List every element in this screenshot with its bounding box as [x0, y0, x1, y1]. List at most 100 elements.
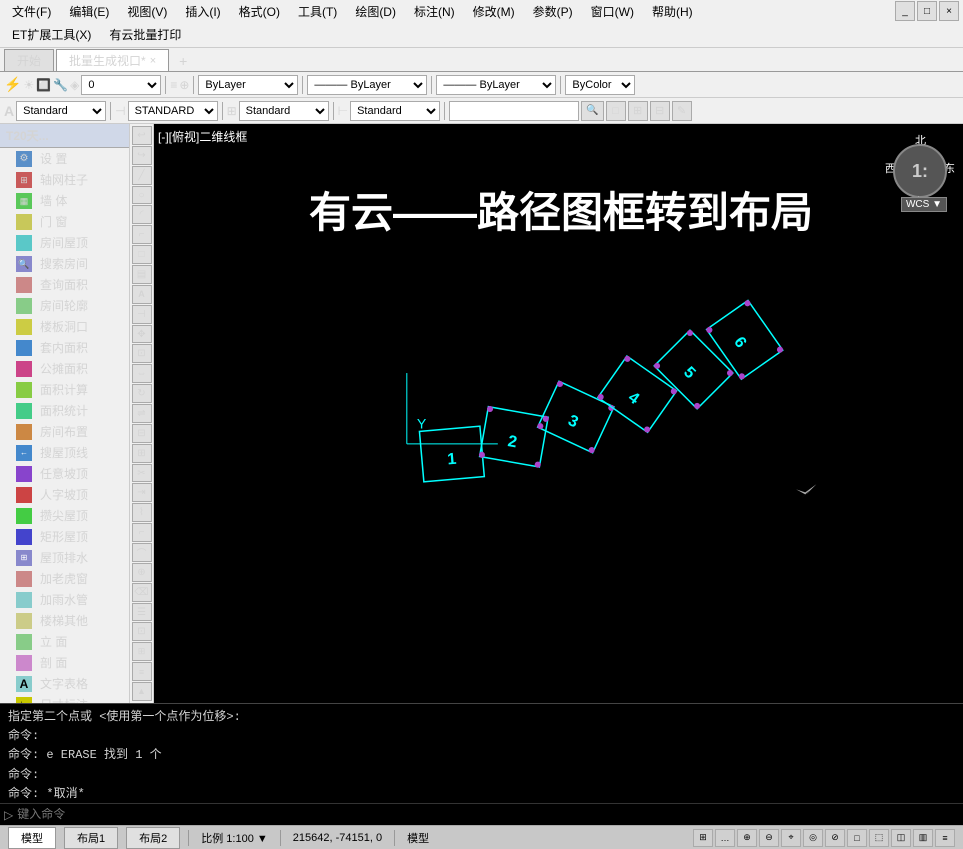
- status-icon-lweight[interactable]: ⊘: [825, 829, 845, 847]
- left-item-dimension[interactable]: ⊢ 尺寸标注: [0, 694, 129, 703]
- menu-edit[interactable]: 编辑(E): [61, 1, 117, 22]
- et-tools-btn[interactable]: ET扩展工具(X): [4, 24, 99, 45]
- left-item-areastats[interactable]: 面积统计: [0, 400, 129, 421]
- dim-style-selector[interactable]: STANDARD: [128, 101, 218, 121]
- mirror-icon-btn[interactable]: ⇌: [132, 404, 152, 423]
- left-item-anyroof[interactable]: 任意坡顶: [0, 463, 129, 484]
- break-icon-btn[interactable]: ⌇: [132, 503, 152, 522]
- line-icon-btn[interactable]: ╱: [132, 166, 152, 185]
- left-item-roofdrain[interactable]: ⊞ 屋顶排水: [0, 547, 129, 568]
- status-icon-grid[interactable]: ⊞: [693, 829, 713, 847]
- left-item-rectroof[interactable]: 矩形屋顶: [0, 526, 129, 547]
- toolbar3-btn2[interactable]: ⊞: [628, 101, 648, 121]
- search-btn[interactable]: 🔍: [581, 101, 603, 121]
- left-item-roomplace[interactable]: 房间布置: [0, 421, 129, 442]
- menu-insert[interactable]: 插入(I): [177, 1, 228, 22]
- left-item-downspout[interactable]: 加雨水管: [0, 589, 129, 610]
- fillet-icon-btn[interactable]: ⌒: [132, 543, 152, 562]
- offset-icon-btn[interactable]: ⊟: [132, 424, 152, 443]
- undo-icon-btn[interactable]: ↩: [132, 126, 152, 145]
- left-item-grid[interactable]: ⊞ 轴网柱子: [0, 169, 129, 190]
- left-item-slabhole[interactable]: 楼板洞口: [0, 316, 129, 337]
- menu-help[interactable]: 帮助(H): [644, 1, 701, 22]
- window-close[interactable]: ×: [939, 1, 959, 21]
- viewport-icon-btn[interactable]: ⊡: [132, 622, 152, 641]
- status-icon-tmode[interactable]: □: [847, 829, 867, 847]
- toolbar3-btn4[interactable]: ✎: [672, 101, 692, 121]
- explode-icon-btn[interactable]: ⊕: [132, 563, 152, 582]
- extra-icon-btn1[interactable]: ⊞: [132, 642, 152, 661]
- left-item-areacalc[interactable]: 面积计算: [0, 379, 129, 400]
- menu-modify[interactable]: 修改(M): [465, 1, 523, 22]
- left-item-gableroof[interactable]: 人字坡顶: [0, 484, 129, 505]
- layer-icon-btn[interactable]: ☰: [132, 603, 152, 622]
- color-selector[interactable]: ByLayer: [198, 75, 298, 95]
- copy-icon-btn[interactable]: ⊡: [132, 344, 152, 363]
- erase-icon-btn[interactable]: ⌫: [132, 583, 152, 602]
- lineweight-selector[interactable]: ——— ByLayer: [436, 75, 556, 95]
- mleader-style-selector[interactable]: Standard: [350, 101, 440, 121]
- status-icon-ortho[interactable]: ⊕: [737, 829, 757, 847]
- tab-batch-viewport[interactable]: 批量生成视口* ×: [56, 49, 169, 71]
- window-restore[interactable]: □: [917, 1, 937, 21]
- extend-icon-btn[interactable]: ⇥: [132, 483, 152, 502]
- arc-icon-btn[interactable]: ◜: [132, 205, 152, 224]
- stretch-icon-btn[interactable]: ⇔: [132, 364, 152, 383]
- status-icon-snap[interactable]: …: [715, 829, 735, 847]
- left-item-section[interactable]: 剖 面: [0, 652, 129, 673]
- window-minimize[interactable]: _: [895, 1, 915, 21]
- left-item-stair[interactable]: 楼梯其他: [0, 610, 129, 631]
- chamfer-icon-btn[interactable]: ⌐: [132, 523, 152, 542]
- trim-icon-btn[interactable]: ✂: [132, 464, 152, 483]
- tab-close-btn[interactable]: ×: [150, 55, 156, 67]
- text-icon-btn[interactable]: A: [132, 285, 152, 304]
- left-item-roomcontour[interactable]: 房间轮廓: [0, 295, 129, 316]
- command-input[interactable]: [17, 808, 959, 822]
- tab-layout2[interactable]: 布局2: [126, 827, 180, 849]
- left-item-elevation[interactable]: 立 面: [0, 631, 129, 652]
- menu-view[interactable]: 视图(V): [119, 1, 175, 22]
- canvas-area[interactable]: [-][俯视]二维线框 有云——路径图框转到布局 Y 1 2: [154, 124, 963, 703]
- left-item-sharedarea[interactable]: 公摊面积: [0, 358, 129, 379]
- layer-selector[interactable]: 0: [81, 75, 161, 95]
- redo-icon-btn[interactable]: ↪: [132, 146, 152, 165]
- left-item-room[interactable]: 房间屋顶: [0, 232, 129, 253]
- status-icon-osnap[interactable]: ⌖: [781, 829, 801, 847]
- menu-file[interactable]: 文件(F): [4, 1, 59, 22]
- status-icon-qprop[interactable]: ⬚: [869, 829, 889, 847]
- tab-layout1[interactable]: 布局1: [64, 827, 118, 849]
- search-input[interactable]: [449, 101, 579, 121]
- move-icon-btn[interactable]: ✥: [132, 325, 152, 344]
- left-item-pyramidroof[interactable]: 攒尖屋顶: [0, 505, 129, 526]
- batch-print-btn[interactable]: 有云批量打印: [101, 24, 189, 45]
- status-icon-wsw[interactable]: ≡: [935, 829, 955, 847]
- menu-window[interactable]: 窗口(W): [583, 1, 642, 22]
- left-item-innerarea[interactable]: 套内面积: [0, 337, 129, 358]
- extra-icon-btn2[interactable]: ≡: [132, 662, 152, 681]
- polyline-icon-btn[interactable]: ⌐: [132, 225, 152, 244]
- menu-draw[interactable]: 绘图(D): [347, 1, 404, 22]
- array-icon-btn[interactable]: ⊞: [132, 444, 152, 463]
- left-item-texttable[interactable]: A 文字表格: [0, 673, 129, 694]
- extra-icon-btn3[interactable]: ▲: [132, 682, 152, 701]
- left-item-wall[interactable]: ▦ 墙 体: [0, 190, 129, 211]
- left-item-door[interactable]: 门 窗: [0, 211, 129, 232]
- status-icon-ann[interactable]: ▥: [913, 829, 933, 847]
- left-item-roofline[interactable]: ← 搜屋顶线: [0, 442, 129, 463]
- menu-format[interactable]: 格式(O): [231, 1, 288, 22]
- left-item-dormer[interactable]: 加老虎窗: [0, 568, 129, 589]
- status-icon-sel[interactable]: ◫: [891, 829, 911, 847]
- dim-icon-btn[interactable]: ⊣: [132, 305, 152, 324]
- tab-start[interactable]: 开始: [4, 49, 54, 71]
- status-icon-dynin[interactable]: ◎: [803, 829, 823, 847]
- menu-dimension[interactable]: 标注(N): [406, 1, 463, 22]
- table-style-selector[interactable]: Standard: [239, 101, 329, 121]
- rotate-icon-btn[interactable]: ↻: [132, 384, 152, 403]
- rect-icon-btn[interactable]: □: [132, 245, 152, 264]
- wcs-button[interactable]: WCS ▼: [901, 197, 947, 212]
- menu-tools[interactable]: 工具(T): [290, 1, 345, 22]
- status-icon-polar[interactable]: ⊖: [759, 829, 779, 847]
- tab-model[interactable]: 模型: [8, 827, 56, 849]
- toolbar3-btn3[interactable]: ⊟: [650, 101, 670, 121]
- left-item-searchroom[interactable]: 🔍 搜索房间: [0, 253, 129, 274]
